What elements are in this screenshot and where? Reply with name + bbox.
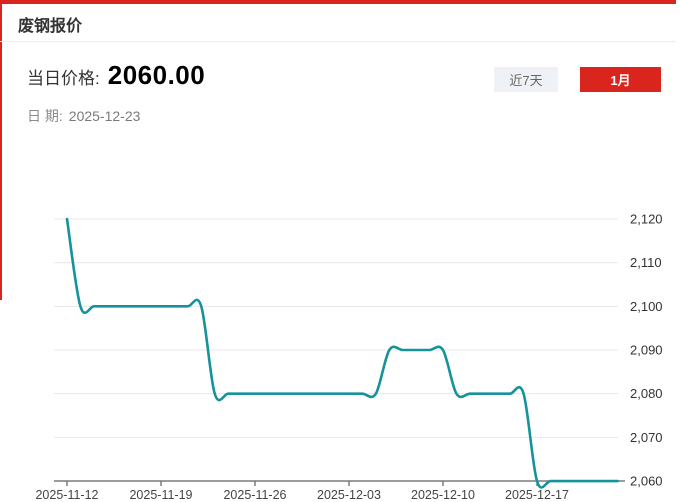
range-button-7days[interactable]: 近7天 xyxy=(494,67,558,92)
y-axis-label: 2,110 xyxy=(630,255,662,270)
y-axis-label: 2,090 xyxy=(630,343,663,358)
price-line xyxy=(67,219,618,487)
y-axis-label: 2,070 xyxy=(630,430,663,445)
price-value: 2060.00 xyxy=(108,60,205,91)
price-label: 当日价格: xyxy=(27,64,100,89)
range-button-1month[interactable]: 1月 xyxy=(580,67,661,92)
date-value: 2025-12-23 xyxy=(69,108,141,124)
y-axis-label: 2,120 xyxy=(630,212,663,227)
y-axis-label: 2,060 xyxy=(630,474,663,489)
y-axis-label: 2,080 xyxy=(630,386,663,401)
y-axis-label: 2,100 xyxy=(630,299,663,314)
x-axis-label: 2025-12-17 xyxy=(505,488,569,502)
page-title: 废钢报价 xyxy=(18,12,82,36)
date-row: 日 期: 2025-12-23 xyxy=(27,106,140,126)
x-axis-label: 2025-11-19 xyxy=(129,488,192,502)
price-line-chart: 2,120 2,110 2,100 2,090 2,080 2,070 2,060 2025-… xyxy=(0,200,680,502)
chart-canvas: 2,120 2,110 2,100 2,090 2,080 2,070 2,060 2025-… xyxy=(0,200,680,502)
current-price-row: 当日价格: 2060.00 xyxy=(27,60,205,91)
x-axis-label: 2025-12-10 xyxy=(411,488,475,502)
header-divider xyxy=(0,41,676,42)
x-axis-label: 2025-11-26 xyxy=(223,488,286,502)
x-axis-label: 2025-12-03 xyxy=(317,488,381,502)
top-accent-bar xyxy=(0,0,676,4)
x-axis-label: 2025-11-12 xyxy=(35,488,98,502)
date-label: 日 期: xyxy=(27,108,63,124)
